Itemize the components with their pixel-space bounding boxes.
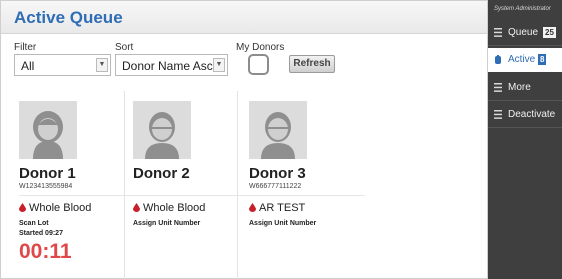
sort-select[interactable]: Donor Name Asc ▼ xyxy=(115,54,228,76)
menu-icon xyxy=(494,28,502,37)
menu-icon xyxy=(494,110,502,119)
blood-drop-icon xyxy=(249,203,256,212)
avatar xyxy=(249,101,307,159)
donor-id: W123413555984 xyxy=(19,183,73,190)
male-avatar-icon xyxy=(133,101,191,159)
donor-name: Donor 2 xyxy=(133,165,190,182)
sidebar: System Administrator Queue 25 Active 8 M… xyxy=(488,0,562,279)
menu-icon xyxy=(494,83,502,92)
sidebar-item-label: More xyxy=(508,82,531,93)
column-divider xyxy=(237,91,238,279)
blood-bag-icon xyxy=(495,55,501,64)
sidebar-item-label: Deactivate xyxy=(508,109,556,120)
chevron-down-icon: ▼ xyxy=(213,58,225,72)
product-label: Whole Blood xyxy=(29,202,92,214)
next-action: Scan Lot xyxy=(19,220,49,227)
page-title: Active Queue xyxy=(14,8,123,27)
female-avatar-icon xyxy=(19,101,77,159)
sort-label: Sort xyxy=(115,42,134,53)
my-donors-checkbox[interactable] xyxy=(248,54,269,75)
sidebar-item-queue[interactable]: Queue 25 xyxy=(488,21,562,45)
product-type: Whole Blood xyxy=(19,202,91,214)
donor-name: Donor 3 xyxy=(249,165,306,182)
my-donors-label: My Donors xyxy=(236,42,285,53)
user-role: System Administrator xyxy=(494,6,551,12)
donor-id: W666777111222 xyxy=(249,183,302,190)
next-action: Assign Unit Number xyxy=(133,220,201,227)
page-header: Active Queue xyxy=(1,1,487,34)
avatar xyxy=(19,101,77,159)
main-panel: Active Queue Filter All ▼ Sort Donor Nam… xyxy=(0,0,488,279)
product-label: Whole Blood xyxy=(143,202,206,214)
donor-name: Donor 1 xyxy=(19,165,76,182)
divider xyxy=(249,195,365,196)
started-time: Started 09:27 xyxy=(19,230,63,237)
filter-label: Filter xyxy=(14,42,37,53)
product-type: Whole Blood xyxy=(133,202,205,214)
count-badge: 25 xyxy=(543,27,556,38)
chevron-down-icon: ▼ xyxy=(96,58,108,72)
filter-value: All xyxy=(21,59,35,73)
column-divider xyxy=(124,91,125,279)
product-label: AR TEST xyxy=(259,202,306,214)
divider xyxy=(19,195,135,196)
sidebar-item-more[interactable]: More xyxy=(488,76,562,100)
male-avatar-icon xyxy=(249,101,307,159)
next-action: Assign Unit Number xyxy=(249,220,317,227)
refresh-button[interactable]: Refresh xyxy=(289,55,335,73)
blood-drop-icon xyxy=(19,203,26,212)
sort-value: Donor Name Asc xyxy=(122,59,213,73)
sidebar-item-label: Queue xyxy=(508,27,539,38)
elapsed-timer: 00:11 xyxy=(19,240,72,263)
avatar xyxy=(133,101,191,159)
divider xyxy=(488,127,562,128)
sidebar-item-deactivate[interactable]: Deactivate xyxy=(488,103,562,127)
sidebar-item-active[interactable]: Active 8 xyxy=(488,48,562,72)
divider xyxy=(488,100,562,101)
blood-drop-icon xyxy=(133,203,140,212)
sidebar-item-label: Active xyxy=(508,54,536,65)
divider xyxy=(133,195,249,196)
count-badge: 8 xyxy=(538,54,547,65)
product-type: AR TEST xyxy=(249,202,305,214)
filter-select[interactable]: All ▼ xyxy=(14,54,111,76)
divider xyxy=(488,45,562,46)
